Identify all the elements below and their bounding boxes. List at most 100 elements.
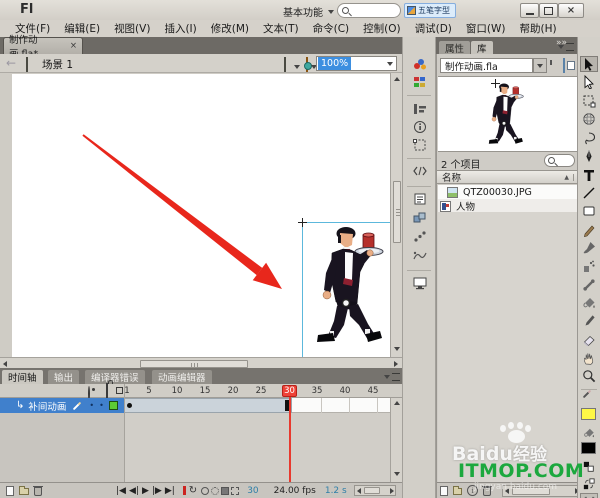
edit-multiple-frames-icon[interactable] <box>221 486 230 495</box>
center-frame-icon[interactable] <box>182 486 186 495</box>
close-button[interactable]: × <box>558 3 584 18</box>
swap-colors-button[interactable] <box>580 476 598 492</box>
frame-rate-value[interactable]: 24.00 fps <box>274 486 316 496</box>
timeline-vertical-scrollbar[interactable] <box>390 398 402 482</box>
subselection-tool[interactable] <box>580 74 598 90</box>
menu-insert[interactable]: 插入(I) <box>159 21 201 36</box>
document-tab-close-icon[interactable]: × <box>70 41 77 51</box>
tab-timeline[interactable]: 时间轴 <box>2 370 43 384</box>
eyedropper-tool[interactable] <box>580 313 598 329</box>
free-transform-tool[interactable] <box>580 93 598 109</box>
scroll-left-icon[interactable] <box>356 488 361 494</box>
library-search-input[interactable] <box>544 154 575 167</box>
rectangle-tool[interactable] <box>580 203 598 219</box>
new-library-panel-icon[interactable] <box>563 58 565 73</box>
stage-vertical-scrollbar[interactable] <box>390 73 402 357</box>
black-white-colors-button[interactable] <box>580 459 598 475</box>
goto-first-frame-button[interactable]: |◀ <box>116 486 126 496</box>
menu-view[interactable]: 视图(V) <box>109 21 155 36</box>
zoom-tool[interactable] <box>580 368 598 384</box>
onion-skin-outlines-icon[interactable] <box>211 486 220 495</box>
lock-layers-icon[interactable] <box>106 383 108 398</box>
delete-layer-icon[interactable] <box>33 486 43 496</box>
new-layer-folder-icon[interactable] <box>19 486 29 495</box>
strings-panel-icon[interactable] <box>411 248 429 263</box>
scroll-right-icon[interactable] <box>389 488 394 494</box>
timeline-hscroll-thumb[interactable] <box>363 487 380 494</box>
stage-zoom-combobox[interactable]: 100% <box>316 56 397 71</box>
pencil-tool[interactable] <box>580 222 598 238</box>
layer-unlocked-dot[interactable]: • <box>99 401 104 410</box>
layer-row-tween[interactable]: ↳ 补间动画 • • <box>0 398 124 413</box>
selection-tool[interactable] <box>580 56 598 72</box>
zoom-dropdown-icon[interactable] <box>387 61 393 66</box>
fill-color-swatch[interactable] <box>581 442 596 454</box>
tab-output[interactable]: 输出 <box>48 370 80 384</box>
new-layer-icon[interactable] <box>6 485 14 496</box>
project-panel-icon[interactable] <box>411 275 429 290</box>
library-item-row[interactable]: 人物 <box>438 199 577 213</box>
playhead-line[interactable] <box>289 397 291 482</box>
deco-tool[interactable] <box>580 258 598 274</box>
menu-modify[interactable]: 修改(M) <box>206 21 254 36</box>
menu-control[interactable]: 控制(O) <box>358 21 405 36</box>
stroke-color-swatch[interactable] <box>581 408 596 420</box>
sort-icon[interactable]: ▲ <box>564 173 574 181</box>
menu-debug[interactable]: 调试(D) <box>410 21 457 36</box>
lasso-tool[interactable] <box>580 130 598 146</box>
scroll-up-icon[interactable] <box>394 77 400 81</box>
modify-markers-icon[interactable] <box>231 486 240 495</box>
align-panel-icon[interactable] <box>411 101 429 116</box>
stage-horizontal-scrollbar[interactable] <box>0 357 402 368</box>
ruler-frame-40[interactable]: 40 <box>336 386 354 396</box>
pen-tool[interactable] <box>580 148 598 164</box>
play-button[interactable]: ▶ <box>142 486 149 496</box>
step-back-button[interactable]: ◀| <box>129 486 139 496</box>
empty-frames-area[interactable] <box>292 398 390 413</box>
transform-panel-icon[interactable] <box>411 137 429 152</box>
onion-skin-icon[interactable] <box>201 486 210 495</box>
ruler-frame-25[interactable]: 25 <box>252 386 270 396</box>
ruler-frame-5[interactable]: 5 <box>140 386 158 396</box>
menu-window[interactable]: 窗口(W) <box>461 21 511 36</box>
scroll-up-icon[interactable] <box>394 401 400 405</box>
brush-tool[interactable] <box>580 240 598 256</box>
menu-commands[interactable]: 命令(C) <box>308 21 355 36</box>
layer-visible-dot[interactable]: • <box>89 401 94 410</box>
library-list-empty-area[interactable] <box>438 212 577 498</box>
info-panel-icon[interactable] <box>411 119 429 134</box>
scroll-down-icon[interactable] <box>394 472 400 476</box>
timeline-horizontal-scrollbar[interactable] <box>353 485 396 496</box>
document-tab[interactable]: 制作动画.fla* × <box>3 35 83 60</box>
tab-properties[interactable]: 属性 <box>439 41 471 55</box>
loop-icon[interactable]: ↻ <box>189 485 197 496</box>
swatches-panel-icon[interactable] <box>411 74 429 89</box>
keyframe-dot[interactable] <box>127 403 132 408</box>
motion-presets-panel-icon[interactable] <box>411 229 429 244</box>
library-name-column-header[interactable]: 名称 ▲ <box>437 170 578 184</box>
motion-tween-frame-span[interactable] <box>124 398 292 413</box>
hand-tool[interactable] <box>580 350 598 366</box>
code-snippets-panel-icon[interactable] <box>411 163 429 178</box>
scroll-left-icon[interactable] <box>3 360 7 367</box>
delete-item-icon[interactable] <box>481 486 492 496</box>
library-panel-menu-button[interactable] <box>558 43 574 51</box>
new-folder-icon[interactable] <box>452 486 463 495</box>
library-hscroll-thumb[interactable] <box>511 486 550 495</box>
menu-text[interactable]: 文本(T) <box>258 21 304 36</box>
library-document-select[interactable]: 制作动画.fla <box>440 58 533 73</box>
tab-motion-editor[interactable]: 动画编辑器 <box>152 370 212 384</box>
edit-scene-dropdown-icon[interactable] <box>294 65 300 69</box>
paint-bucket-tool[interactable] <box>580 295 598 311</box>
scroll-left-icon[interactable] <box>504 488 509 494</box>
waiter-character-image[interactable] <box>308 226 384 354</box>
ruler-frame-15[interactable]: 15 <box>196 386 214 396</box>
goto-last-frame-button[interactable]: ▶| <box>165 486 175 496</box>
ruler-frame-10[interactable]: 10 <box>168 386 186 396</box>
actions-panel-icon[interactable] <box>411 191 429 206</box>
minimize-button[interactable] <box>520 3 539 18</box>
eraser-tool[interactable] <box>580 332 598 348</box>
edit-scene-icon[interactable] <box>284 57 286 72</box>
ime-indicator[interactable]: 五笔字型 <box>404 3 456 18</box>
item-properties-icon[interactable]: i <box>467 485 478 496</box>
